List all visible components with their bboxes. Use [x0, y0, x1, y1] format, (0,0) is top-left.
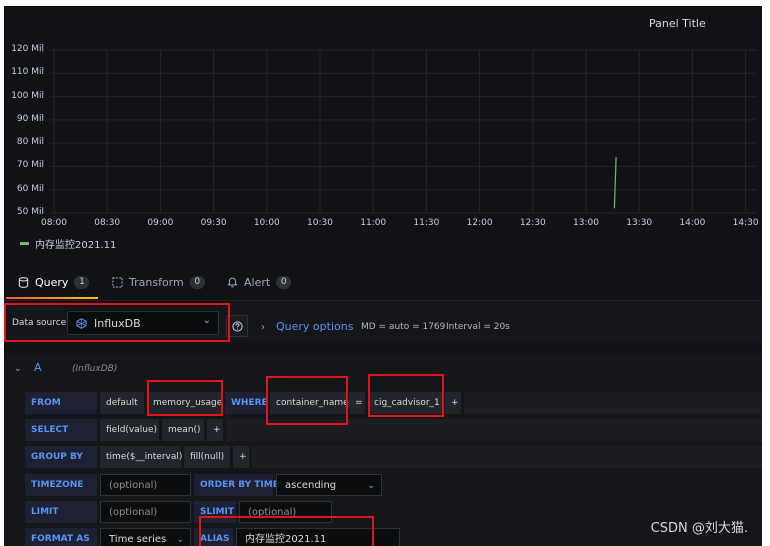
x-tick-label: 11:00	[360, 218, 387, 228]
tab-query[interactable]: Query 1	[18, 276, 90, 289]
datasource-picker[interactable]: InfluxDB ⌄	[67, 311, 219, 335]
transform-icon	[112, 277, 123, 288]
x-tick-label: 08:00	[41, 218, 67, 228]
y-tick-label: 100 Mil	[11, 90, 44, 101]
tab-transform[interactable]: Transform 0	[112, 276, 205, 289]
tab-alert[interactable]: Alert 0	[227, 276, 292, 289]
limit-keyword: LIMIT	[25, 501, 97, 523]
slimit-input[interactable]: (optional)	[239, 501, 332, 523]
tab-transform-label: Transform	[129, 276, 184, 289]
aggregation-segment[interactable]: mean()	[162, 419, 204, 441]
query-ref-id[interactable]: A	[34, 361, 42, 374]
add-condition-button[interactable]: +	[445, 392, 461, 414]
database-icon	[18, 277, 29, 288]
y-tick-label: 120 Mil	[11, 44, 44, 54]
alias-keyword: ALIAS	[194, 528, 233, 546]
x-tick-label: 12:00	[466, 218, 493, 228]
format-select[interactable]: Time series ⌄	[100, 528, 191, 546]
query-options-button[interactable]: Query options	[276, 320, 353, 333]
chevron-down-icon: ⌄	[202, 315, 211, 326]
y-tick-label: 110 Mil	[11, 67, 44, 78]
x-tick-label: 08:30	[94, 218, 121, 228]
operator-segment[interactable]: =	[349, 392, 365, 414]
graph-panel: Panel Title 内存监控2021.11 Query 1 Transfor…	[4, 6, 762, 546]
influxdb-icon	[76, 317, 87, 329]
query-editor: ⌄ A (InfluxDB) FROM default memory_usage…	[4, 354, 762, 546]
retention-policy-segment[interactable]: default	[100, 392, 144, 414]
y-tick-label: 90 Mil	[16, 113, 44, 124]
order-select[interactable]: ascending ⌄	[276, 474, 382, 496]
tab-query-label: Query	[35, 276, 69, 289]
group-by-keyword: GROUP BY	[25, 446, 97, 468]
group-time-segment[interactable]: time($__interval)	[100, 446, 182, 468]
legend-series-name: 内存监控2021.11	[35, 240, 117, 251]
datasource-value: InfluxDB	[94, 316, 141, 330]
help-button[interactable]	[226, 315, 248, 337]
tag-key-segment[interactable]: container_name	[270, 392, 349, 414]
chart-legend[interactable]: 内存监控2021.11	[20, 236, 116, 251]
format-select-value: Time series	[109, 534, 167, 545]
query-options-interval: Interval = 20s	[446, 322, 510, 332]
measurement-segment[interactable]: memory_usage	[147, 392, 222, 414]
tag-value-segment[interactable]: cig_cadvisor_1	[368, 392, 442, 414]
query-options-md: MD = auto = 1769	[361, 322, 446, 332]
alias-input[interactable]: 内存监控2021.11	[236, 528, 400, 546]
tab-transform-count: 0	[189, 276, 205, 289]
tab-alert-count: 0	[276, 276, 292, 289]
x-tick-label: 14:30	[732, 218, 759, 228]
timezone-keyword: TIMEZONE	[25, 474, 97, 496]
x-tick-label: 09:30	[200, 218, 227, 228]
y-tick-label: 60 Mil	[16, 183, 44, 194]
field-segment[interactable]: field(value)	[100, 419, 159, 441]
limit-input[interactable]: (optional)	[100, 501, 191, 523]
query-datasource-name: (InfluxDB)	[72, 364, 118, 374]
datasource-label: Data source	[12, 318, 67, 328]
x-tick-label: 10:00	[253, 218, 280, 228]
x-tick-label: 11:30	[413, 218, 440, 228]
format-as-keyword: FORMAT AS	[25, 528, 97, 546]
question-circle-icon	[231, 320, 243, 332]
x-tick-label: 12:30	[519, 218, 546, 228]
series-line	[613, 157, 617, 209]
tab-alert-label: Alert	[244, 276, 271, 289]
active-tab-indicator	[6, 297, 98, 299]
order-select-value: ascending	[285, 480, 337, 491]
x-tick-label: 10:30	[307, 218, 333, 228]
collapse-chevron-icon[interactable]: ⌄	[14, 364, 22, 374]
chevron-right-icon[interactable]: ›	[261, 322, 265, 333]
from-keyword: FROM	[25, 392, 97, 414]
group-fill-segment[interactable]: fill(null)	[184, 446, 230, 468]
legend-swatch	[20, 242, 29, 245]
csdn-watermark: CSDN @刘大猫.	[650, 521, 748, 536]
editor-tabs: Query 1 Transform 0 Alert 0	[4, 268, 762, 301]
y-tick-label: 50 Mil	[16, 207, 44, 217]
chevron-down-icon: ⌄	[367, 481, 375, 491]
x-tick-label: 13:00	[573, 218, 599, 228]
where-keyword: WHERE	[225, 392, 268, 414]
y-tick-label: 80 Mil	[16, 137, 44, 148]
timezone-input[interactable]: (optional)	[100, 474, 191, 496]
chevron-down-icon: ⌄	[176, 535, 184, 545]
tab-query-count: 1	[74, 276, 90, 289]
order-by-time-keyword: ORDER BY TIME	[194, 474, 279, 496]
add-group-button[interactable]: +	[233, 446, 249, 468]
x-tick-label: 09:00	[147, 218, 174, 228]
x-tick-label: 13:30	[626, 218, 653, 228]
select-keyword: SELECT	[25, 419, 97, 441]
slimit-keyword: SLIMIT	[194, 501, 236, 523]
y-tick-label: 70 Mil	[16, 160, 44, 171]
bell-icon	[227, 277, 238, 288]
x-tick-label: 14:00	[679, 218, 706, 228]
add-select-button[interactable]: +	[207, 419, 223, 441]
